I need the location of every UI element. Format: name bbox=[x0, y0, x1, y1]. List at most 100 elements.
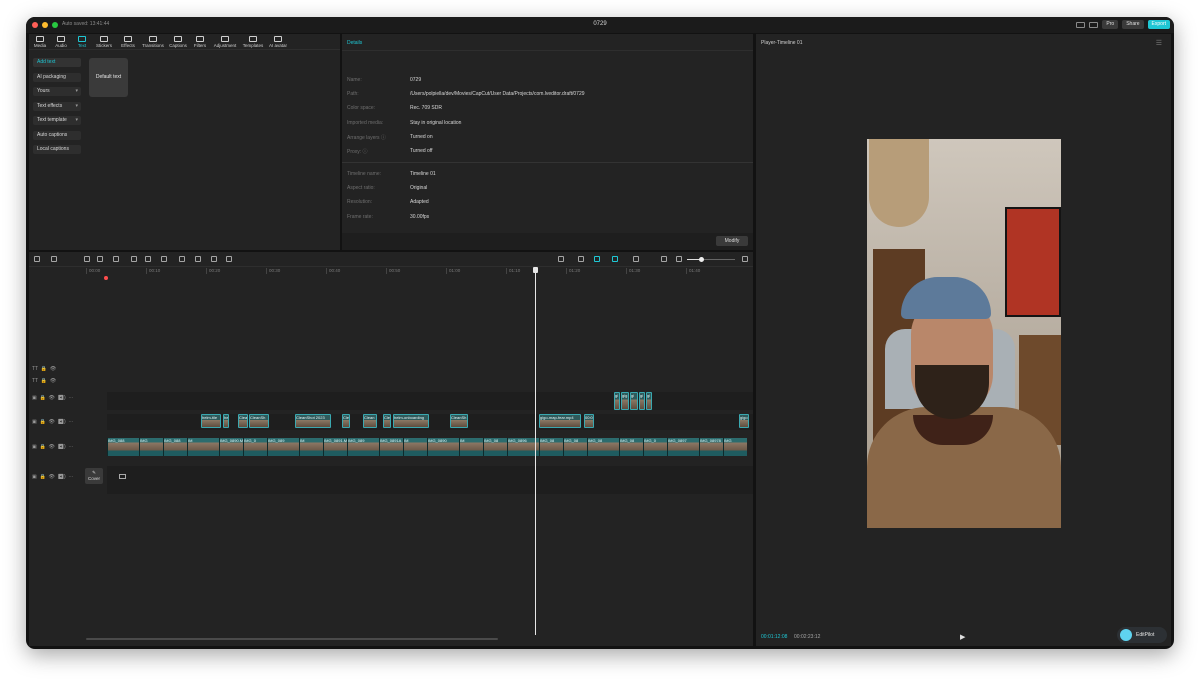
split-left-icon[interactable] bbox=[131, 256, 137, 262]
clip[interactable]: gi bbox=[614, 392, 620, 410]
sidebar-item-text-effects[interactable]: Text effects ▾ bbox=[33, 101, 81, 111]
video-clip[interactable]: IMG_08 bbox=[563, 438, 587, 456]
shield-icon[interactable] bbox=[179, 256, 185, 262]
playhead[interactable] bbox=[533, 267, 538, 635]
clip[interactable]: gi bbox=[630, 392, 638, 410]
crop-icon[interactable] bbox=[195, 256, 201, 262]
video-clip[interactable]: IMG_0890.M bbox=[219, 438, 243, 456]
video-clip[interactable]: IM bbox=[403, 438, 427, 456]
sidebar-item-ai-packaging[interactable]: AI packaging bbox=[33, 72, 81, 82]
video-clip[interactable]: IMG_08 bbox=[587, 438, 619, 456]
video-clip[interactable]: IMG_0 bbox=[243, 438, 267, 456]
select-icon[interactable] bbox=[51, 256, 57, 262]
tab-captions[interactable]: Captions bbox=[167, 36, 189, 49]
split-right-icon[interactable] bbox=[145, 256, 151, 262]
text-clip[interactable]: helm-tile bbox=[201, 414, 221, 428]
text-clip[interactable]: helm-onboarding bbox=[393, 414, 429, 428]
text-clip[interactable]: CleanSh bbox=[450, 414, 468, 428]
play-icon[interactable]: ▶ bbox=[960, 633, 965, 641]
text-clip[interactable]: Cle bbox=[342, 414, 350, 428]
sidebar-item-local-captions[interactable]: Local captions bbox=[33, 145, 81, 154]
video-clip[interactable]: IMG_088 bbox=[107, 438, 139, 456]
preview-axis-icon[interactable] bbox=[633, 256, 639, 262]
video-clip[interactable]: IMG_08 bbox=[619, 438, 643, 456]
video-clip[interactable]: IM bbox=[459, 438, 483, 456]
video-clip[interactable]: IMG_088 bbox=[163, 438, 187, 456]
text-clip[interactable]: gigo-map-fear.mp4 bbox=[539, 414, 581, 428]
menu-icon[interactable]: ☰ bbox=[1156, 39, 1162, 47]
text-clip[interactable]: CleanShot 2023 bbox=[295, 414, 331, 428]
text-clip[interactable]: gigo bbox=[739, 414, 749, 428]
video-clip[interactable]: IMG_08 bbox=[483, 438, 507, 456]
tab-adjustment[interactable]: Adjustment bbox=[211, 36, 239, 49]
zoom-knob[interactable] bbox=[699, 257, 705, 262]
tab-effects[interactable]: Effects bbox=[118, 36, 138, 49]
tab-media[interactable]: Media bbox=[32, 36, 48, 49]
magnet-icon[interactable] bbox=[594, 256, 600, 262]
wand-icon[interactable] bbox=[226, 256, 232, 262]
text-clip[interactable]: Clea bbox=[238, 414, 248, 428]
video-clip[interactable]: IMG_0890 bbox=[427, 438, 459, 456]
video-clip[interactable]: IM bbox=[187, 438, 219, 456]
sidebar-item-auto-captions[interactable]: Auto captions bbox=[33, 130, 81, 140]
sidebar-item-add-text[interactable]: Add text bbox=[33, 58, 81, 67]
text-clip[interactable]: CleanSh bbox=[249, 414, 269, 428]
add-icon[interactable] bbox=[34, 256, 40, 262]
share-button[interactable]: Share bbox=[1122, 20, 1144, 29]
delete-icon[interactable] bbox=[161, 256, 167, 262]
video-clip[interactable]: IMG_0 bbox=[643, 438, 667, 456]
clip[interactable]: gi bbox=[646, 392, 652, 410]
tab-ai-avatar[interactable]: AI avatar bbox=[267, 36, 289, 49]
link-icon[interactable] bbox=[578, 256, 584, 262]
clip[interactable]: gig bbox=[621, 392, 629, 410]
clip[interactable]: gi bbox=[639, 392, 645, 410]
video-clip[interactable]: IMG_0891A bbox=[379, 438, 403, 456]
zoom-slider[interactable] bbox=[687, 257, 735, 262]
sidebar-item-yours[interactable]: Yours ▾ bbox=[33, 87, 81, 96]
tab-text[interactable]: Text bbox=[75, 36, 89, 49]
horizontal-scrollbar[interactable] bbox=[86, 638, 498, 640]
undo-icon[interactable] bbox=[84, 256, 90, 262]
mirror-icon[interactable] bbox=[211, 256, 217, 262]
caption-icon[interactable] bbox=[661, 256, 667, 262]
tab-filters[interactable]: Filters bbox=[191, 36, 209, 49]
text-clip[interactable]: 00:0 bbox=[584, 414, 594, 428]
link-clips-icon[interactable] bbox=[612, 256, 618, 262]
sidebar-item-text-template[interactable]: Text template ▾ bbox=[33, 116, 81, 125]
text-clip[interactable]: hel bbox=[223, 414, 229, 428]
video-clip[interactable]: IMG_0897 bbox=[667, 438, 699, 456]
modify-button[interactable]: Modify bbox=[716, 236, 748, 246]
editpilot-button[interactable]: EditPilot bbox=[1117, 627, 1167, 643]
export-button[interactable]: Export bbox=[1147, 20, 1170, 29]
shortcut-icon[interactable] bbox=[1089, 21, 1099, 28]
video-clip[interactable]: IMG_089 bbox=[267, 438, 299, 456]
tab-audio[interactable]: Audio bbox=[53, 36, 69, 49]
video-clip[interactable]: IM bbox=[299, 438, 323, 456]
video-preview[interactable] bbox=[867, 139, 1061, 528]
video-clip[interactable]: IMG_089 bbox=[347, 438, 379, 456]
video-clip[interactable]: IMG_0891.MOV bbox=[323, 438, 347, 456]
tab-templates[interactable]: Templates bbox=[241, 36, 265, 49]
default-text-tile[interactable]: Default text bbox=[89, 58, 128, 97]
film-icon[interactable] bbox=[119, 474, 126, 479]
tab-stickers[interactable]: Stickers bbox=[93, 36, 115, 49]
text-clip[interactable]: Clean bbox=[363, 414, 377, 428]
zoom-out-icon[interactable] bbox=[676, 256, 682, 262]
video-clip[interactable]: IMG_08978 bbox=[699, 438, 723, 456]
microphone-icon[interactable] bbox=[558, 256, 564, 262]
timeline-ruler[interactable]: 00:00 00:10 00:20 00:30 00:40 00:50 01:00 01:10… bbox=[86, 268, 753, 276]
marker bbox=[104, 276, 108, 280]
main-video-lane: IMG_088 IMG IMG_088 IM IMG_0890.M IMG_0 IMG_08… bbox=[107, 438, 753, 458]
video-clip[interactable]: IMG_08 bbox=[539, 438, 563, 456]
video-clip[interactable]: IMG bbox=[139, 438, 163, 456]
tab-transitions[interactable]: Transitions bbox=[140, 36, 166, 49]
timeline-toolbar bbox=[29, 252, 753, 267]
video-clip[interactable]: IMG bbox=[723, 438, 747, 456]
cover-button[interactable]: ✎ Cover bbox=[85, 468, 103, 484]
text-clip[interactable]: Cle bbox=[383, 414, 391, 428]
redo-icon[interactable] bbox=[97, 256, 103, 262]
layout-icon[interactable] bbox=[1076, 21, 1086, 28]
split-icon[interactable] bbox=[113, 256, 119, 262]
zoom-in-icon[interactable] bbox=[742, 256, 748, 262]
pro-button[interactable]: Pro bbox=[1102, 20, 1119, 29]
